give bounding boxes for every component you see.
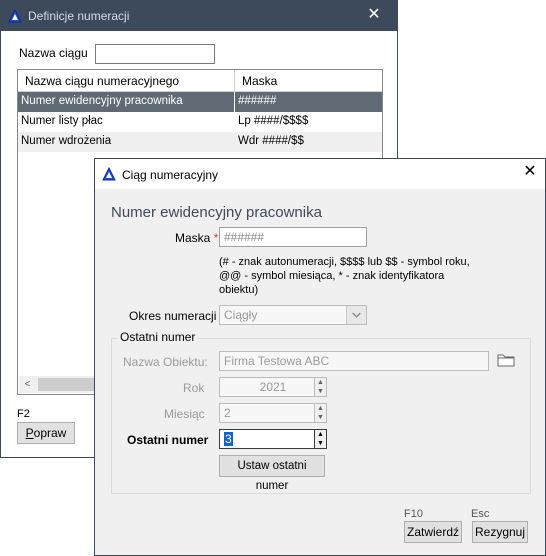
- edit-shortcut-label: F2: [17, 408, 30, 420]
- table-header: Nazwa ciągu numeracyjnego Maska: [18, 70, 382, 92]
- title-bar: Definicje numeracji ✕: [1, 1, 397, 31]
- month-spin-buttons[interactable]: ▲ ▼: [314, 404, 326, 422]
- cancel-shortcut-label: Esc: [471, 508, 490, 520]
- last-number-group-title: Ostatni numer: [117, 330, 199, 344]
- month-value: 2: [224, 406, 231, 420]
- month-label: Miesiąc: [164, 407, 205, 421]
- set-last-number-button[interactable]: Ustaw ostatni numer: [219, 455, 325, 492]
- table-row[interactable]: Numer ewidencyjny pracownika ######: [18, 92, 382, 112]
- confirm-button[interactable]: Zatwierdź: [404, 521, 462, 543]
- year-spin-buttons[interactable]: ▲ ▼: [314, 378, 326, 396]
- folder-icon[interactable]: [497, 353, 515, 367]
- chevron-down-icon[interactable]: [346, 306, 366, 324]
- year-value: 2021: [259, 380, 287, 394]
- sequence-heading: Numer ewidencyjny pracownika: [111, 204, 322, 221]
- mask-hint: (# - znak autonumeracji, $$$$ lub $$ - s…: [219, 256, 470, 296]
- scroll-left-icon[interactable]: <: [19, 376, 36, 393]
- last-number-value: 3: [224, 432, 233, 446]
- edit-button-label: opraw: [33, 426, 67, 440]
- period-label: Okres numeracji: [129, 309, 217, 323]
- numbering-sequence-dialog: Ciąg numeracyjny ✕ Numer ewidencyjny pra…: [94, 158, 546, 556]
- edit-button[interactable]: Popraw: [17, 422, 75, 444]
- confirm-shortcut-label: F10: [404, 508, 423, 520]
- close-icon[interactable]: ✕: [359, 3, 389, 29]
- cancel-button[interactable]: Rezygnuj: [472, 521, 528, 543]
- period-select[interactable]: Ciągły: [219, 305, 367, 325]
- row-name: Numer ewidencyjny pracownika: [21, 95, 183, 107]
- mask-input[interactable]: ######: [219, 227, 367, 247]
- month-stepper[interactable]: 2 ▲ ▼: [219, 403, 327, 423]
- table-row[interactable]: Numer listy płac Lp ####/$$$$: [18, 112, 382, 132]
- row-mask: Wdr ####/$$: [238, 135, 304, 147]
- mask-label: Maska *: [175, 231, 219, 245]
- required-mark: *: [213, 231, 219, 245]
- scrollbar-thumb[interactable]: [38, 378, 98, 391]
- last-number-label: Ostatni numer: [127, 433, 209, 447]
- table-row[interactable]: Numer wdrożenia Wdr ####/$$: [18, 132, 382, 152]
- year-stepper[interactable]: 2021 ▲ ▼: [219, 377, 327, 397]
- row-mask: Lp ####/$$$$: [238, 115, 309, 127]
- title-bar: Ciąg numeracyjny ✕: [95, 159, 545, 189]
- row-name: Numer wdrożenia: [21, 135, 112, 147]
- row-name: Numer listy płac: [21, 115, 103, 127]
- last-number-spin-buttons[interactable]: ▲ ▼: [314, 430, 326, 448]
- last-number-stepper[interactable]: 3 ▲ ▼: [219, 429, 327, 449]
- row-mask: ######: [238, 95, 277, 107]
- object-name-field[interactable]: Firma Testowa ABC: [219, 351, 489, 371]
- close-icon[interactable]: ✕: [515, 160, 545, 186]
- column-header-name[interactable]: Nazwa ciągu numeracyjnego: [25, 74, 179, 88]
- period-value: Ciągły: [224, 308, 258, 322]
- sequence-name-label: Nazwa ciągu: [19, 46, 88, 60]
- app-triangle-icon: [8, 9, 22, 23]
- app-triangle-icon: [102, 167, 116, 181]
- edit-button-mnemonic: P: [25, 426, 34, 440]
- window-title: Definicje numeracji: [28, 9, 130, 23]
- year-label: Rok: [183, 381, 205, 395]
- sequence-name-search-input[interactable]: [95, 44, 215, 64]
- dialog-title: Ciąg numeracyjny: [122, 168, 219, 182]
- object-name-label: Nazwa Obiektu:: [123, 355, 208, 369]
- column-header-mask[interactable]: Maska: [242, 74, 277, 88]
